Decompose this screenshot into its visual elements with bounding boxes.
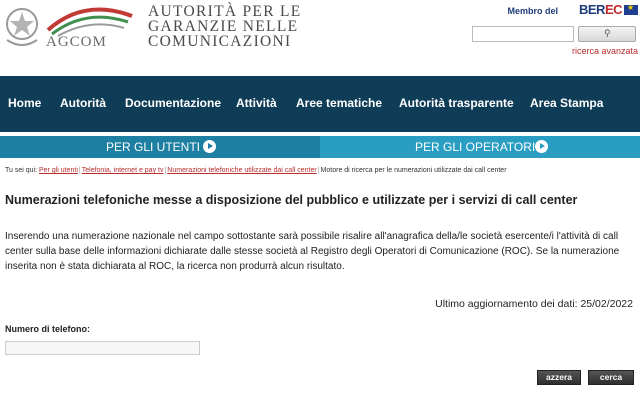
phone-number-label: Numero di telefono:: [5, 324, 90, 334]
berec-logo-link[interactable]: BEREC: [578, 2, 623, 17]
operators-section-label: PER GLI OPERATORI: [415, 140, 536, 154]
site-header: AGCOM AUTORITÀ PER LE GARANZIE NELLE COM…: [0, 0, 640, 76]
page-title: Numerazioni telefoniche messe a disposiz…: [5, 193, 578, 207]
breadcrumb-link[interactable]: Per gli utenti: [39, 167, 78, 174]
authority-name-line: COMUNICAZIONI: [148, 33, 292, 50]
breadcrumb-current: Motore di ricerca per le numerazioni uti…: [320, 167, 507, 174]
reset-button[interactable]: azzera: [537, 370, 581, 385]
advanced-search-link[interactable]: ricerca avanzata: [572, 46, 638, 56]
nav-documentazione[interactable]: Documentazione: [125, 96, 221, 110]
agcom-wordmark: AGCOM: [46, 34, 107, 50]
site-search-button[interactable]: ⚲: [578, 26, 636, 42]
berec-logo-prefix: BER: [578, 2, 605, 17]
breadcrumb-link[interactable]: Numerazioni telefoniche utilizzate dai c…: [167, 167, 316, 174]
users-section-label: PER GLI UTENTI: [106, 140, 201, 154]
nav-area-stampa[interactable]: Area Stampa: [530, 96, 603, 110]
breadcrumb-prefix: Tu sei qui:: [5, 167, 38, 174]
authority-name: AUTORITÀ PER LE GARANZIE NELLE COMUNICAZ…: [148, 3, 302, 50]
users-section-link[interactable]: PER GLI UTENTI: [0, 136, 320, 158]
nav-aree-tematiche[interactable]: Aree tematiche: [296, 96, 382, 110]
nav-autorita[interactable]: Autorità: [60, 96, 106, 110]
main-nav: Home Autorità Documentazione Attività Ar…: [0, 76, 640, 132]
authority-name-line: AUTORITÀ PER LE: [148, 3, 302, 20]
arrow-right-icon: [203, 140, 216, 153]
member-of-label: Membro del: [507, 6, 558, 16]
berec-logo-suffix: EC: [604, 2, 623, 17]
arrow-right-icon: [535, 140, 548, 153]
authority-name-line: GARANZIE NELLE: [148, 18, 299, 35]
audience-bar: PER GLI UTENTI PER GLI OPERATORI: [0, 136, 640, 158]
nav-autorita-trasparente[interactable]: Autorità trasparente: [399, 96, 514, 110]
eu-flag-icon: [624, 3, 638, 15]
breadcrumb: Tu sei qui: Per gli utenti|Telefonia, in…: [5, 167, 507, 174]
nav-home[interactable]: Home: [8, 96, 41, 110]
site-search-input[interactable]: [472, 26, 574, 42]
breadcrumb-separator: |: [78, 167, 81, 174]
search-button[interactable]: cerca: [588, 370, 634, 385]
magnifier-icon: ⚲: [604, 28, 611, 38]
phone-number-input[interactable]: [5, 341, 200, 355]
page-description: Inserendo una numerazione nazionale nel …: [5, 231, 620, 272]
last-update-label: Ultimo aggiornamento dei dati: 25/02/202…: [435, 298, 633, 310]
italian-emblem-icon: [6, 8, 38, 46]
breadcrumb-separator: |: [317, 167, 320, 174]
nav-attivita[interactable]: Attività: [236, 96, 277, 110]
breadcrumb-link[interactable]: Telefonia, internet e pay tv: [82, 167, 164, 174]
operators-section-link[interactable]: PER GLI OPERATORI: [320, 136, 640, 158]
